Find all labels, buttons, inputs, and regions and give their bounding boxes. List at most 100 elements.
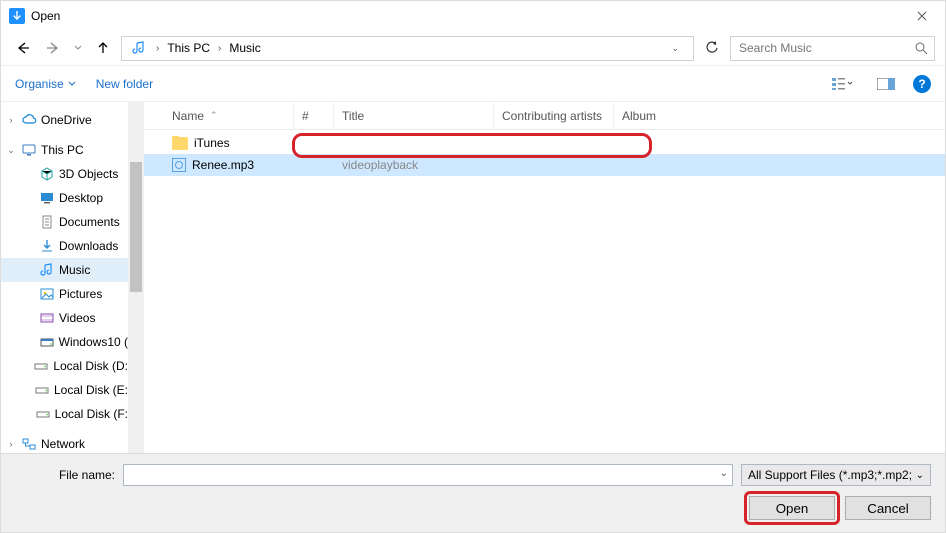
breadcrumb-this-pc[interactable]: This PC [163, 37, 214, 60]
cell-name: iTunes [164, 136, 294, 150]
open-dialog: Open › This PC › Music ⌄ [0, 0, 946, 533]
column-contributing-artists[interactable]: Contributing artists [494, 102, 614, 129]
desktop-icon [39, 190, 55, 206]
chevron-down-icon[interactable]: ⌄ [720, 468, 728, 479]
address-bar[interactable]: › This PC › Music ⌄ [121, 36, 694, 61]
file-rows: iTunes Renee.mp3videoplayback [144, 130, 945, 176]
refresh-icon [705, 41, 719, 55]
cancel-button[interactable]: Cancel [845, 496, 931, 520]
arrow-left-icon [15, 40, 31, 56]
organise-label: Organise [15, 77, 64, 91]
tree-item-network[interactable]: › Network [1, 432, 128, 453]
tree-item-music[interactable]: Music [1, 258, 128, 282]
window-title: Open [31, 9, 60, 23]
tree-item-label: Local Disk (E: [54, 383, 128, 397]
column-headers: Name ⌃ # Title Contributing artists Albu… [144, 102, 945, 130]
drivec-icon [39, 334, 55, 350]
tree-item-label: 3D Objects [59, 167, 118, 181]
preview-pane-icon [877, 78, 895, 90]
new-folder-button[interactable]: New folder [96, 77, 153, 91]
open-button[interactable]: Open [749, 496, 835, 520]
pic-icon [39, 286, 55, 302]
drive-icon [34, 382, 50, 398]
cell-title: videoplayback [334, 158, 494, 172]
chevron-right-icon: › [214, 43, 225, 54]
file-type-filter-label: All Support Files (*.mp3;*.mp2; [748, 468, 912, 482]
file-type-filter[interactable]: All Support Files (*.mp3;*.mp2; ⌄ [741, 464, 931, 486]
tree-item-local-disk-d-[interactable]: Local Disk (D: [1, 354, 128, 378]
footer: File name: ⌄ All Support Files (*.mp3;*.… [1, 453, 945, 532]
music-icon [39, 262, 55, 278]
address-dropdown[interactable]: ⌄ [665, 43, 685, 54]
title-bar: Open [1, 1, 945, 31]
chevron-icon: › [5, 115, 17, 125]
file-row[interactable]: Renee.mp3videoplayback [144, 154, 945, 176]
tree-item-documents[interactable]: Documents [1, 210, 128, 234]
tree-item-label: Downloads [59, 239, 118, 253]
audio-file-icon [172, 158, 186, 172]
filename-input[interactable] [128, 465, 716, 485]
refresh-button[interactable] [700, 36, 724, 60]
app-icon [9, 8, 25, 24]
folder-icon [172, 137, 188, 150]
cloud-icon [21, 112, 37, 128]
view-list-icon [832, 77, 852, 91]
column-name-label: Name [172, 109, 204, 123]
navigation-tree: › OneDrive ⌄ This PC 3D Objects Desktop Docume… [1, 102, 128, 453]
tree-item-label: Music [59, 263, 90, 277]
column-album[interactable]: Album [614, 102, 945, 129]
preview-pane-button[interactable] [869, 73, 903, 95]
filename-combobox[interactable]: ⌄ [123, 464, 733, 486]
tree-item-pictures[interactable]: Pictures [1, 282, 128, 306]
view-options-button[interactable] [825, 73, 859, 95]
file-list-pane: Name ⌃ # Title Contributing artists Albu… [144, 102, 945, 453]
tree-item-downloads[interactable]: Downloads [1, 234, 128, 258]
tree-item-label: Windows10 ( [59, 335, 128, 349]
doc-icon [39, 214, 55, 230]
chevron-right-icon: › [152, 43, 163, 54]
chevron-icon: › [5, 439, 17, 449]
tree-item-local-disk-f-[interactable]: Local Disk (F: [1, 402, 128, 426]
tree-item-label: Videos [59, 311, 95, 325]
back-button[interactable] [11, 36, 35, 60]
tree-item-local-disk-e-[interactable]: Local Disk (E: [1, 378, 128, 402]
drive-icon [33, 358, 49, 374]
music-icon [130, 39, 148, 57]
tree-item-label: Desktop [59, 191, 103, 205]
column-title[interactable]: Title [334, 102, 494, 129]
column-name[interactable]: Name ⌃ [164, 102, 294, 129]
search-icon [915, 42, 928, 55]
tree-item-windows10-[interactable]: Windows10 ( [1, 330, 128, 354]
help-button[interactable]: ? [913, 75, 931, 93]
tree-item-label: Documents [59, 215, 120, 229]
arrow-up-icon [95, 40, 111, 56]
tree-item-label: OneDrive [41, 113, 92, 127]
forward-button[interactable] [41, 36, 65, 60]
tree-item-label: This PC [41, 143, 84, 157]
dl-icon [39, 238, 55, 254]
close-button[interactable] [899, 1, 945, 31]
tree-item-desktop[interactable]: Desktop [1, 186, 128, 210]
scrollbar-thumb[interactable] [130, 162, 142, 292]
tree-item-onedrive[interactable]: › OneDrive [1, 108, 128, 132]
chevron-icon: ⌄ [5, 145, 17, 156]
sidebar-scrollbar[interactable] [128, 102, 144, 453]
column-track-number[interactable]: # [294, 102, 334, 129]
arrow-right-icon [45, 40, 61, 56]
tree-item-label: Network [41, 437, 85, 451]
tree-item-this-pc[interactable]: ⌄ This PC [1, 138, 128, 162]
breadcrumb-music[interactable]: Music [225, 37, 264, 60]
tree-item-3d-objects[interactable]: 3D Objects [1, 162, 128, 186]
up-button[interactable] [91, 36, 115, 60]
organise-menu[interactable]: Organise [15, 77, 76, 91]
tree-item-label: Local Disk (D: [53, 359, 128, 373]
tree-item-label: Local Disk (F: [55, 407, 128, 421]
search-box[interactable] [730, 36, 935, 61]
chevron-down-icon: ⌄ [916, 470, 924, 481]
folder-row[interactable]: iTunes [144, 132, 945, 154]
recent-locations-button[interactable] [71, 36, 85, 60]
tree-item-videos[interactable]: Videos [1, 306, 128, 330]
nav-bar: › This PC › Music ⌄ [1, 31, 945, 65]
drive-icon [35, 406, 51, 422]
search-input[interactable] [737, 40, 909, 56]
